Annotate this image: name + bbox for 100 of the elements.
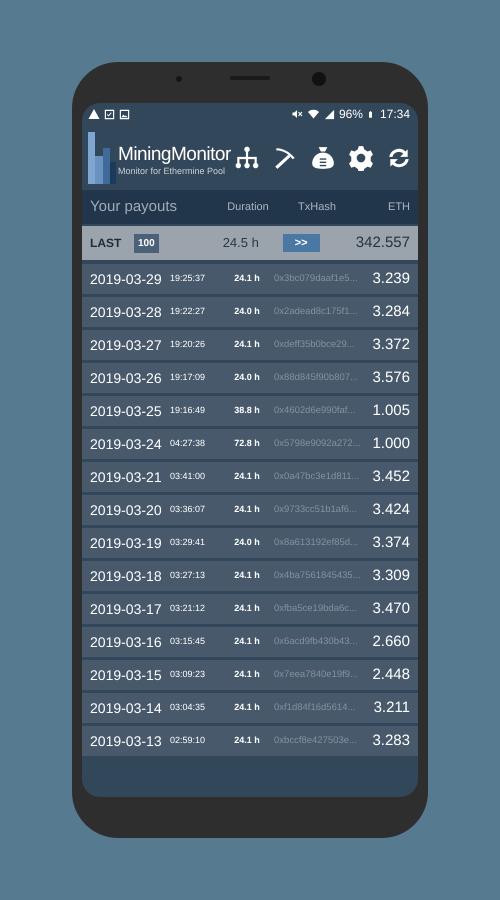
mute-icon [290,108,303,120]
toolbar-button[interactable] [234,144,260,170]
hierarchy-icon [234,144,260,170]
time-cell-text: 03:09:23 [170,668,206,682]
time-cell-text: 19:25:37 [170,272,206,286]
time-cell-text: 03:21:12 [170,602,206,616]
date-cell-text: 2019-03-27 [90,336,163,354]
battery-level: 96% [338,106,363,123]
txhash-cell-text: 0x3bc079daaf1e5... [274,272,358,286]
camera-icon [312,72,326,86]
summary-label: LAST [90,235,122,252]
eth-cell-text: 3.283 [372,730,410,751]
toolbar-button[interactable] [348,144,374,170]
eth-cell-text: 3.424 [372,500,410,520]
txhash-cell-text: 0x8a613192ef85d... [274,536,359,550]
eth-cell-text: 3.470 [372,598,410,619]
date-cell-text: 2019-03-21 [90,468,163,486]
eth-cell-text: 3.239 [372,268,410,289]
sensor-icon [176,76,182,82]
date-cell-text: 2019-03-13 [90,732,163,750]
txhash-cell-text: 0x4ba7561845435... [274,568,362,583]
duration-cell-text: 24.1 h [233,338,261,352]
date-cell-text: 2019-03-17 [90,600,163,618]
bar-chart-logo-icon [88,132,116,184]
eth-cell-text: 1.000 [372,434,410,454]
eth-cell-text: 3.284 [372,302,410,322]
eth-cell-text: 3.309 [372,566,410,586]
app-title: MiningMonitor [118,144,231,166]
eth-total: 342.557 [354,232,410,253]
date-cell-text: 2019-03-20 [90,500,163,520]
time-cell-text: 03:41:00 [170,470,206,484]
txhash-cell-text: 0x9733cc51b1af6... [274,502,358,517]
time-cell-text: 03:27:13 [170,569,206,582]
date-cell-text: 2019-03-28 [90,302,163,322]
eth-cell-text: 3.452 [372,466,410,487]
txhash-cell-text: 0x0a47bc3e1d811... [274,470,360,484]
app-subtitle: Monitor for Ethermine Pool [118,166,226,177]
image-icon [119,108,130,120]
time-cell-text: 03:04:35 [170,701,206,714]
column-header: ETH [387,200,410,215]
eth-cell-text: 2.660 [372,632,410,652]
txhash-cell-text: 0xfba5ce19bda6c... [274,602,358,616]
time-cell-text: 19:17:09 [170,371,206,384]
duration-cell-text: 24.1 h [233,668,261,682]
eth-cell-text: 3.211 [372,698,410,718]
txhash-cell-text: 0xdeff35b0bce29... [274,338,356,352]
toolbar-button[interactable] [310,144,336,170]
txhash-cell-text: 0x4602d6e990faf... [274,404,356,418]
txhash-cell-text: 0x7eea7840e19f9... [274,668,359,682]
eth-cell-text: 1.005 [372,400,410,421]
duration-cell-text: 24.1 h [233,503,261,516]
time-cell-text: 19:22:27 [170,305,206,318]
duration-cell-text: 24.1 h [233,569,261,582]
eth-cell-text: 3.374 [372,532,410,553]
next-button[interactable]: >> [282,234,320,252]
duration-cell-text: 72.8 h [233,437,261,450]
txhash-cell-text: 0x2adead8c175f1... [274,304,358,319]
duration-cell-text: 24.0 h [233,371,261,384]
txhash-cell-text: 0xf1d84f16d5614... [274,700,356,715]
date-cell-text: 2019-03-16 [90,632,163,652]
time-cell-text: 19:16:49 [170,404,206,418]
column-header: Your payouts [90,196,178,217]
date-cell-text: 2019-03-19 [90,534,163,552]
eth-cell-text: 3.576 [372,368,410,388]
time-cell-text: 03:36:07 [170,503,206,516]
column-header: TxHash [297,200,337,215]
date-cell-text: 2019-03-15 [90,666,163,684]
txhash-cell-text: 0x88d845f90b807... [274,370,359,385]
date-cell-text: 2019-03-29 [90,270,163,288]
duration-cell-text: 24.1 h [233,734,261,748]
wifi-icon [306,108,320,120]
time-cell-text: 02:59:10 [170,734,206,748]
date-cell-text: 2019-03-24 [90,434,163,454]
signal-icon [324,108,335,120]
warning-icon [88,108,100,120]
money-bag-icon [310,144,336,170]
duration-cell-text: 24.1 h [233,701,261,714]
time-cell-text: 03:15:45 [170,635,206,648]
time-cell-text: 04:27:38 [170,437,206,450]
time-cell-text: 03:29:41 [170,536,206,550]
duration-cell-text: 24.0 h [233,305,261,318]
date-cell-text: 2019-03-25 [90,402,163,420]
settings-icon [348,144,374,170]
duration-cell-text: 38.8 h [233,404,261,418]
txhash-cell-text: 0xbccf8e427503e... [274,734,358,748]
eth-cell-text: 2.448 [372,664,410,685]
date-cell-text: 2019-03-26 [90,368,163,388]
duration-cell-text: 24.1 h [233,272,261,286]
txhash-cell-text: 0x5798e9092a272... [274,436,362,451]
duration-cell-text: 24.0 h [233,536,261,550]
time-cell-text: 19:20:26 [170,338,206,352]
clock: 17:34 [380,106,410,123]
date-cell-text: 2019-03-14 [90,698,163,718]
eth-cell-text: 3.372 [372,334,410,355]
column-header: Duration [226,200,270,215]
duration-cell-text: 24.1 h [233,470,261,484]
duration-cell-text: 24.1 h [233,602,261,616]
count-badge: 100 [134,234,159,252]
checklist-icon [104,108,115,120]
txhash-cell-text: 0x6acd9fb430b43... [274,634,358,649]
